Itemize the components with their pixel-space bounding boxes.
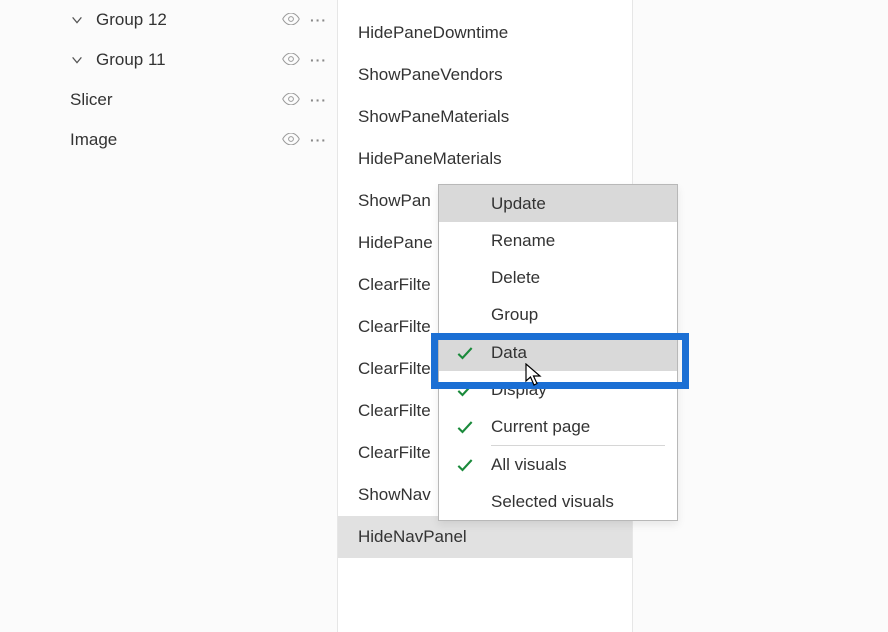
menu-item-label: Rename	[491, 231, 555, 251]
menu-item-label: Data	[491, 343, 527, 363]
bookmark-item[interactable]: HideNavPanel	[338, 516, 632, 558]
menu-item-label: Display	[491, 380, 547, 400]
menu-item-label: Group	[491, 305, 538, 325]
visibility-eye-icon[interactable]	[282, 130, 300, 150]
menu-item-label: Update	[491, 194, 546, 214]
menu-item-group[interactable]: Group	[439, 296, 677, 333]
visibility-eye-icon[interactable]	[282, 50, 300, 70]
selection-item[interactable]: Group 11 ···	[48, 40, 337, 80]
selection-item-actions: ···	[282, 130, 327, 150]
menu-item-label: Delete	[491, 268, 540, 288]
menu-item-display[interactable]: Display	[439, 371, 677, 408]
selection-item-label: Group 11	[96, 50, 282, 70]
bookmark-item[interactable]: HidePaneMaterials	[338, 138, 632, 180]
visibility-eye-icon[interactable]	[282, 90, 300, 110]
menu-item-current-page[interactable]: Current page	[439, 408, 677, 445]
menu-item-update[interactable]: Update	[439, 185, 677, 222]
checkmark-icon	[453, 378, 477, 402]
checkmark-icon	[453, 453, 477, 477]
menu-item-all-visuals[interactable]: All visuals	[439, 446, 677, 483]
menu-item-rename[interactable]: Rename	[439, 222, 677, 259]
more-options-icon[interactable]: ···	[310, 132, 327, 148]
menu-item-label: Selected visuals	[491, 492, 614, 512]
selection-item-label: Slicer	[70, 90, 282, 110]
menu-item-data[interactable]: Data	[439, 334, 677, 371]
bookmark-item[interactable]: ShowPaneMaterials	[338, 96, 632, 138]
checkmark-icon	[453, 341, 477, 365]
menu-item-selected-visuals[interactable]: Selected visuals	[439, 483, 677, 520]
selection-item[interactable]: Group 12 ···	[48, 0, 337, 40]
more-options-icon[interactable]: ···	[310, 12, 327, 28]
bookmark-item[interactable]: ShowPaneVendors	[338, 54, 632, 96]
more-options-icon[interactable]: ···	[310, 92, 327, 108]
menu-item-delete[interactable]: Delete	[439, 259, 677, 296]
more-options-icon[interactable]: ···	[310, 52, 327, 68]
menu-item-label: All visuals	[491, 455, 567, 475]
selection-item[interactable]: Slicer ···	[48, 80, 337, 120]
bookmark-item[interactable]: HidePaneDowntime	[338, 12, 632, 54]
checkmark-icon	[453, 415, 477, 439]
visibility-eye-icon[interactable]	[282, 10, 300, 30]
context-menu: Update Rename Delete Group Data Display Curren…	[438, 184, 678, 521]
selection-item-actions: ···	[282, 10, 327, 30]
selection-item-actions: ···	[282, 90, 327, 110]
selection-item-label: Group 12	[96, 10, 282, 30]
menu-item-label: Current page	[491, 417, 590, 437]
selection-pane: Group 12 ··· Group 11 ··· Slicer ··· Image ···	[48, 0, 338, 632]
selection-item-label: Image	[70, 130, 282, 150]
chevron-down-icon[interactable]	[68, 51, 86, 69]
selection-item-actions: ···	[282, 50, 327, 70]
selection-item[interactable]: Image ···	[48, 120, 337, 160]
chevron-down-icon[interactable]	[68, 11, 86, 29]
